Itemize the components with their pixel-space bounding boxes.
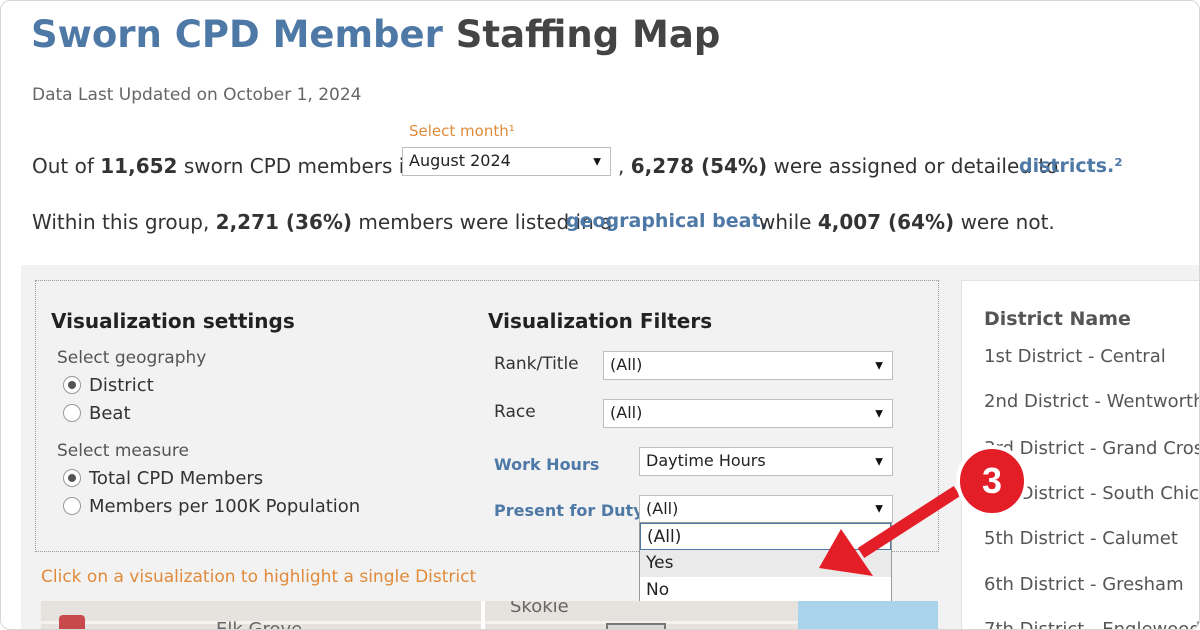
present-for-duty-value: (All) — [646, 499, 679, 518]
assigned-text: , 6,278 (54%) were assigned or detailed … — [618, 154, 1058, 178]
map-hint-text: Click on a visualization to highlight a … — [41, 567, 477, 587]
total-members-value: 11,652 — [100, 154, 178, 178]
radio-total-members[interactable]: Total CPD Members — [63, 468, 263, 489]
present-for-duty-options: (All) Yes No — [639, 522, 892, 605]
not-prefix: while — [759, 210, 812, 234]
chevron-down-icon: ▼ — [593, 156, 601, 167]
summary-prefix: Out of — [32, 154, 94, 178]
option-yes[interactable]: Yes — [640, 550, 891, 577]
map-landmark — [606, 623, 666, 629]
option-no[interactable]: No — [640, 577, 891, 604]
radio-beat-label: Beat — [89, 403, 131, 424]
district-name-header: District Name — [984, 308, 1131, 330]
summary-line-2: Within this group, 2,271 (36%) members w… — [32, 210, 612, 234]
page-title: Sworn CPD Member Staffing Map — [31, 13, 720, 56]
chevron-down-icon: ▼ — [875, 456, 883, 467]
not-value: 4,007 (64%) — [817, 210, 955, 234]
district-row[interactable]: 7th District - Englewood — [984, 619, 1199, 629]
rank-filter-dropdown[interactable]: (All) ▼ — [603, 351, 893, 380]
map-road — [481, 601, 485, 629]
geography-group-label: Select geography — [57, 348, 207, 368]
districts-link[interactable]: districts.² — [1019, 155, 1123, 177]
radio-district[interactable]: District — [63, 375, 154, 396]
district-row[interactable]: 1st District - Central — [984, 346, 1166, 367]
assigned-value: 6,278 (54%) — [630, 154, 768, 178]
chevron-down-icon: ▼ — [875, 503, 883, 515]
highway-shield-icon — [59, 615, 85, 629]
radio-selected-icon — [63, 376, 81, 394]
measure-group-label: Select measure — [57, 441, 189, 461]
page-frame: Sworn CPD Member Staffing Map Data Last … — [0, 0, 1200, 630]
title-part-2: Staffing Map — [455, 13, 721, 56]
work-hours-value: Daytime Hours — [646, 451, 766, 470]
chevron-down-icon: ▼ — [875, 408, 883, 419]
assigned-comma: , — [618, 154, 625, 178]
radio-total-members-label: Total CPD Members — [89, 468, 264, 489]
geographical-beat-link[interactable]: geographical beat, — [566, 210, 768, 232]
work-hours-dropdown[interactable]: Daytime Hours ▼ — [639, 447, 893, 476]
beat-value: 2,271 (36%) — [215, 210, 353, 234]
last-updated-text: Data Last Updated on October 1, 2024 — [32, 85, 362, 105]
visualization-filters-heading: Visualization Filters — [488, 309, 713, 333]
radio-selected-icon — [63, 469, 81, 487]
race-filter-label: Race — [494, 402, 536, 422]
present-for-duty-dropdown[interactable]: (All) ▼ — [639, 495, 893, 523]
radio-beat[interactable]: Beat — [63, 403, 131, 424]
radio-unselected-icon — [63, 497, 81, 515]
option-all[interactable]: (All) — [640, 523, 891, 550]
map-label-elk-grove: Elk Grove — [216, 619, 303, 630]
assigned-description: were assigned or detailed to — [773, 154, 1059, 178]
summary-mid-text: sworn CPD members in — [183, 154, 418, 178]
map-label-skokie: Skokie — [510, 601, 569, 617]
step-number-badge: 3 — [956, 445, 1028, 517]
radio-unselected-icon — [63, 404, 81, 422]
district-map[interactable]: Skokie Elk Grove — [41, 601, 938, 630]
district-row[interactable]: 6th District - Gresham — [984, 574, 1184, 595]
work-hours-label: Work Hours — [494, 455, 600, 474]
radio-district-label: District — [89, 375, 154, 396]
radio-members-per-100k[interactable]: Members per 100K Population — [63, 496, 360, 517]
month-dropdown[interactable]: August 2024 ▼ — [402, 147, 611, 176]
district-row[interactable]: 2nd District - Wentworth — [984, 391, 1199, 412]
not-in-beat-text: while 4,007 (64%) were not. — [759, 210, 1055, 234]
not-description: were not. — [960, 210, 1055, 234]
present-for-duty-label: Present for Duty — [494, 501, 644, 520]
month-select-label: Select month¹ — [409, 122, 515, 140]
summary-line-1: Out of 11,652 sworn CPD members in — [32, 154, 417, 178]
title-part-1: Sworn CPD Member — [31, 13, 443, 56]
line2-prefix: Within this group, — [32, 210, 210, 234]
race-filter-value: (All) — [610, 403, 643, 422]
radio-members-per-100k-label: Members per 100K Population — [89, 496, 361, 517]
district-row[interactable]: 5th District - Calumet — [984, 528, 1178, 549]
chevron-down-icon: ▼ — [875, 360, 883, 371]
visualization-settings-heading: Visualization settings — [51, 309, 295, 333]
race-filter-dropdown[interactable]: (All) ▼ — [603, 399, 893, 428]
rank-filter-label: Rank/Title — [494, 354, 579, 374]
month-dropdown-value: August 2024 — [409, 151, 511, 170]
rank-filter-value: (All) — [610, 355, 643, 374]
lake-area — [798, 601, 938, 629]
